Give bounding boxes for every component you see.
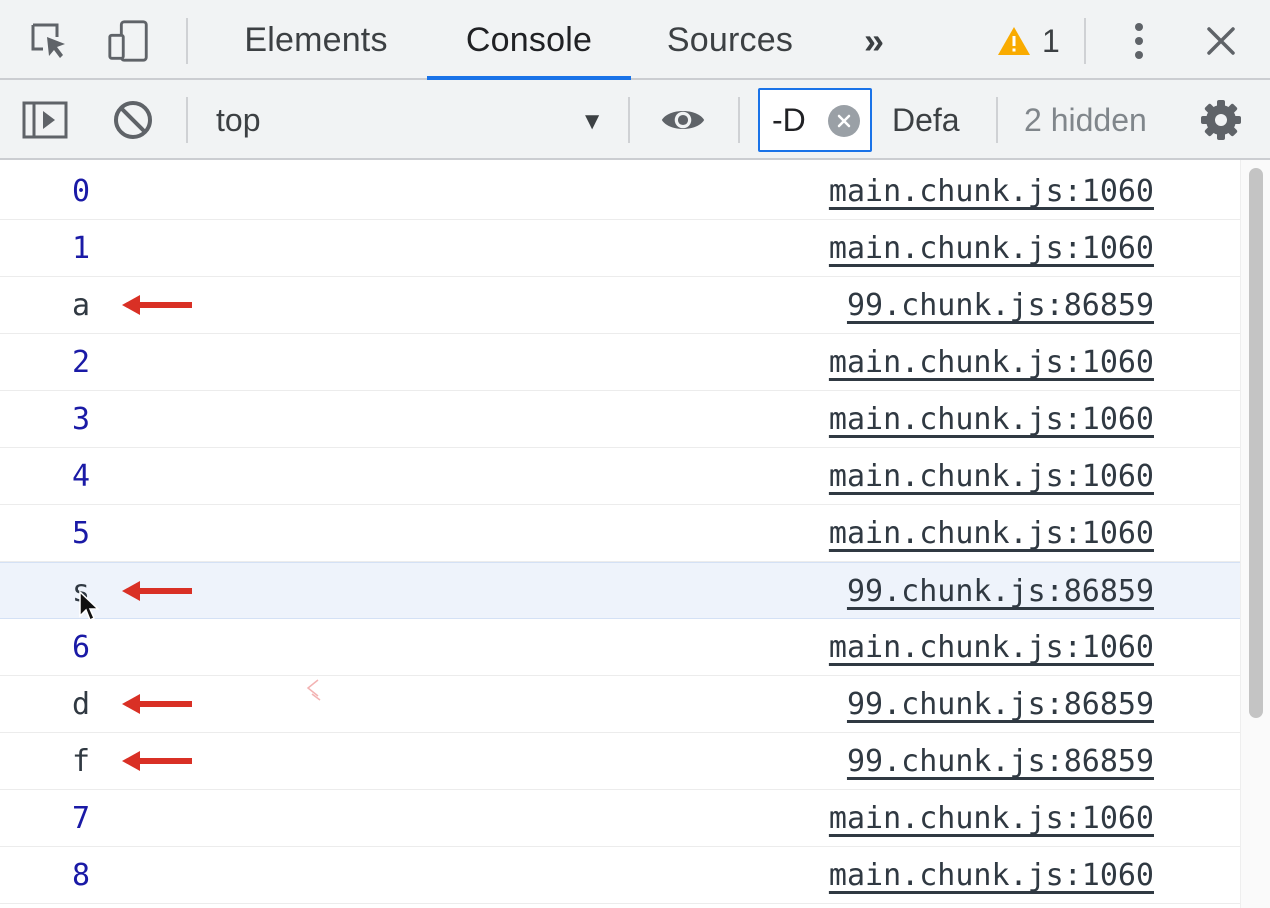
clear-console-icon[interactable] [110, 97, 156, 143]
console-message-row[interactable]: f 99.chunk.js:86859 [0, 733, 1240, 790]
more-tabs-icon[interactable]: » [848, 18, 900, 64]
toolbar-divider [186, 18, 188, 64]
live-expression-eye-icon[interactable] [660, 97, 706, 143]
annotation-arrow-icon [122, 581, 192, 601]
console-message-text: 5 [72, 516, 91, 551]
console-message-row[interactable]: s 99.chunk.js:86859 [0, 562, 1240, 619]
console-message-row[interactable]: 1 main.chunk.js:1060 [0, 220, 1240, 277]
console-message-text: 4 [72, 459, 91, 494]
context-selector[interactable]: top ▼ [200, 94, 620, 146]
filter-clear-icon[interactable] [828, 105, 860, 137]
tab-console[interactable]: Console [427, 0, 631, 80]
source-link[interactable]: main.chunk.js:1060 [829, 448, 1154, 505]
source-link[interactable]: 99.chunk.js:86859 [847, 277, 1154, 334]
warning-icon [998, 27, 1030, 55]
console-scrollbar[interactable] [1240, 160, 1270, 908]
annotation-arrow-icon [122, 694, 192, 714]
source-link[interactable]: main.chunk.js:1060 [829, 505, 1154, 562]
sidebar-toggle-icon[interactable] [22, 97, 68, 143]
console-message-text: 2 [72, 345, 91, 380]
warning-count: 1 [1042, 22, 1060, 59]
source-link[interactable]: main.chunk.js:1060 [829, 220, 1154, 277]
log-levels-dropdown[interactable]: Defa [892, 94, 974, 146]
console-message-text: a [72, 288, 91, 323]
console-message-row[interactable]: d 99.chunk.js:86859 [0, 676, 1240, 733]
kebab-menu-icon[interactable] [1116, 18, 1162, 64]
toolbar-divider [1084, 18, 1086, 64]
source-link[interactable]: main.chunk.js:1060 [829, 619, 1154, 676]
source-link[interactable]: main.chunk.js:1060 [829, 391, 1154, 448]
devtools-tab-bar: Elements Console Sources » 1 [0, 0, 1270, 80]
console-message-row[interactable]: 5 main.chunk.js:1060 [0, 505, 1240, 562]
settings-gear-icon[interactable] [1198, 97, 1244, 143]
source-link[interactable]: main.chunk.js:1060 [829, 334, 1154, 391]
console-messages: 0 main.chunk.js:1060 1 main.chunk.js:1060 a 9… [0, 160, 1240, 908]
toolbar-divider [186, 97, 188, 143]
toolbar-divider [996, 97, 998, 143]
tab-sources[interactable]: Sources [652, 0, 808, 80]
console-message-text: 3 [72, 402, 91, 437]
source-link[interactable]: 99.chunk.js:86859 [847, 676, 1154, 733]
console-message-text: 7 [72, 801, 91, 836]
faint-pointer-mark-icon [306, 679, 321, 701]
console-message-text: 0 [72, 174, 91, 209]
console-filter-input[interactable]: -D [758, 88, 872, 152]
source-link[interactable]: main.chunk.js:1060 [829, 163, 1154, 220]
source-link[interactable]: main.chunk.js:1060 [829, 790, 1154, 847]
console-message-row[interactable]: 6 main.chunk.js:1060 [0, 619, 1240, 676]
inspect-element-icon[interactable] [26, 18, 72, 64]
scrollbar-thumb[interactable] [1249, 168, 1263, 718]
console-message-text: d [72, 687, 91, 722]
source-link[interactable]: 99.chunk.js:86859 [847, 733, 1154, 790]
console-message-text: 1 [72, 231, 91, 266]
toolbar-divider [628, 97, 630, 143]
close-icon[interactable] [1198, 18, 1244, 64]
console-message-text: 8 [72, 858, 91, 893]
source-link[interactable]: 99.chunk.js:86859 [847, 563, 1154, 620]
console-message-row[interactable]: 4 main.chunk.js:1060 [0, 448, 1240, 505]
annotation-arrow-icon [122, 751, 192, 771]
device-toolbar-icon[interactable] [106, 18, 152, 64]
console-message-row[interactable]: 2 main.chunk.js:1060 [0, 334, 1240, 391]
dropdown-arrow-icon: ▼ [580, 108, 604, 135]
console-message-text: 6 [72, 630, 91, 665]
filter-value: -D [772, 101, 806, 138]
mouse-cursor-icon [79, 590, 100, 622]
console-message-row[interactable]: 8 main.chunk.js:1060 [0, 847, 1240, 904]
console-message-row[interactable]: 0 main.chunk.js:1060 [0, 163, 1240, 220]
console-message-row[interactable]: 3 main.chunk.js:1060 [0, 391, 1240, 448]
console-message-row[interactable]: a 99.chunk.js:86859 [0, 277, 1240, 334]
console-message-text: f [72, 744, 91, 779]
hidden-messages-count: 2 hidden [1024, 101, 1147, 138]
warnings-counter[interactable]: 1 [996, 18, 1060, 64]
tab-elements[interactable]: Elements [230, 0, 402, 80]
annotation-arrow-icon [122, 295, 192, 315]
toolbar-divider [738, 97, 740, 143]
context-value: top [216, 101, 261, 138]
console-message-row[interactable]: 7 main.chunk.js:1060 [0, 790, 1240, 847]
source-link[interactable]: main.chunk.js:1060 [829, 847, 1154, 904]
